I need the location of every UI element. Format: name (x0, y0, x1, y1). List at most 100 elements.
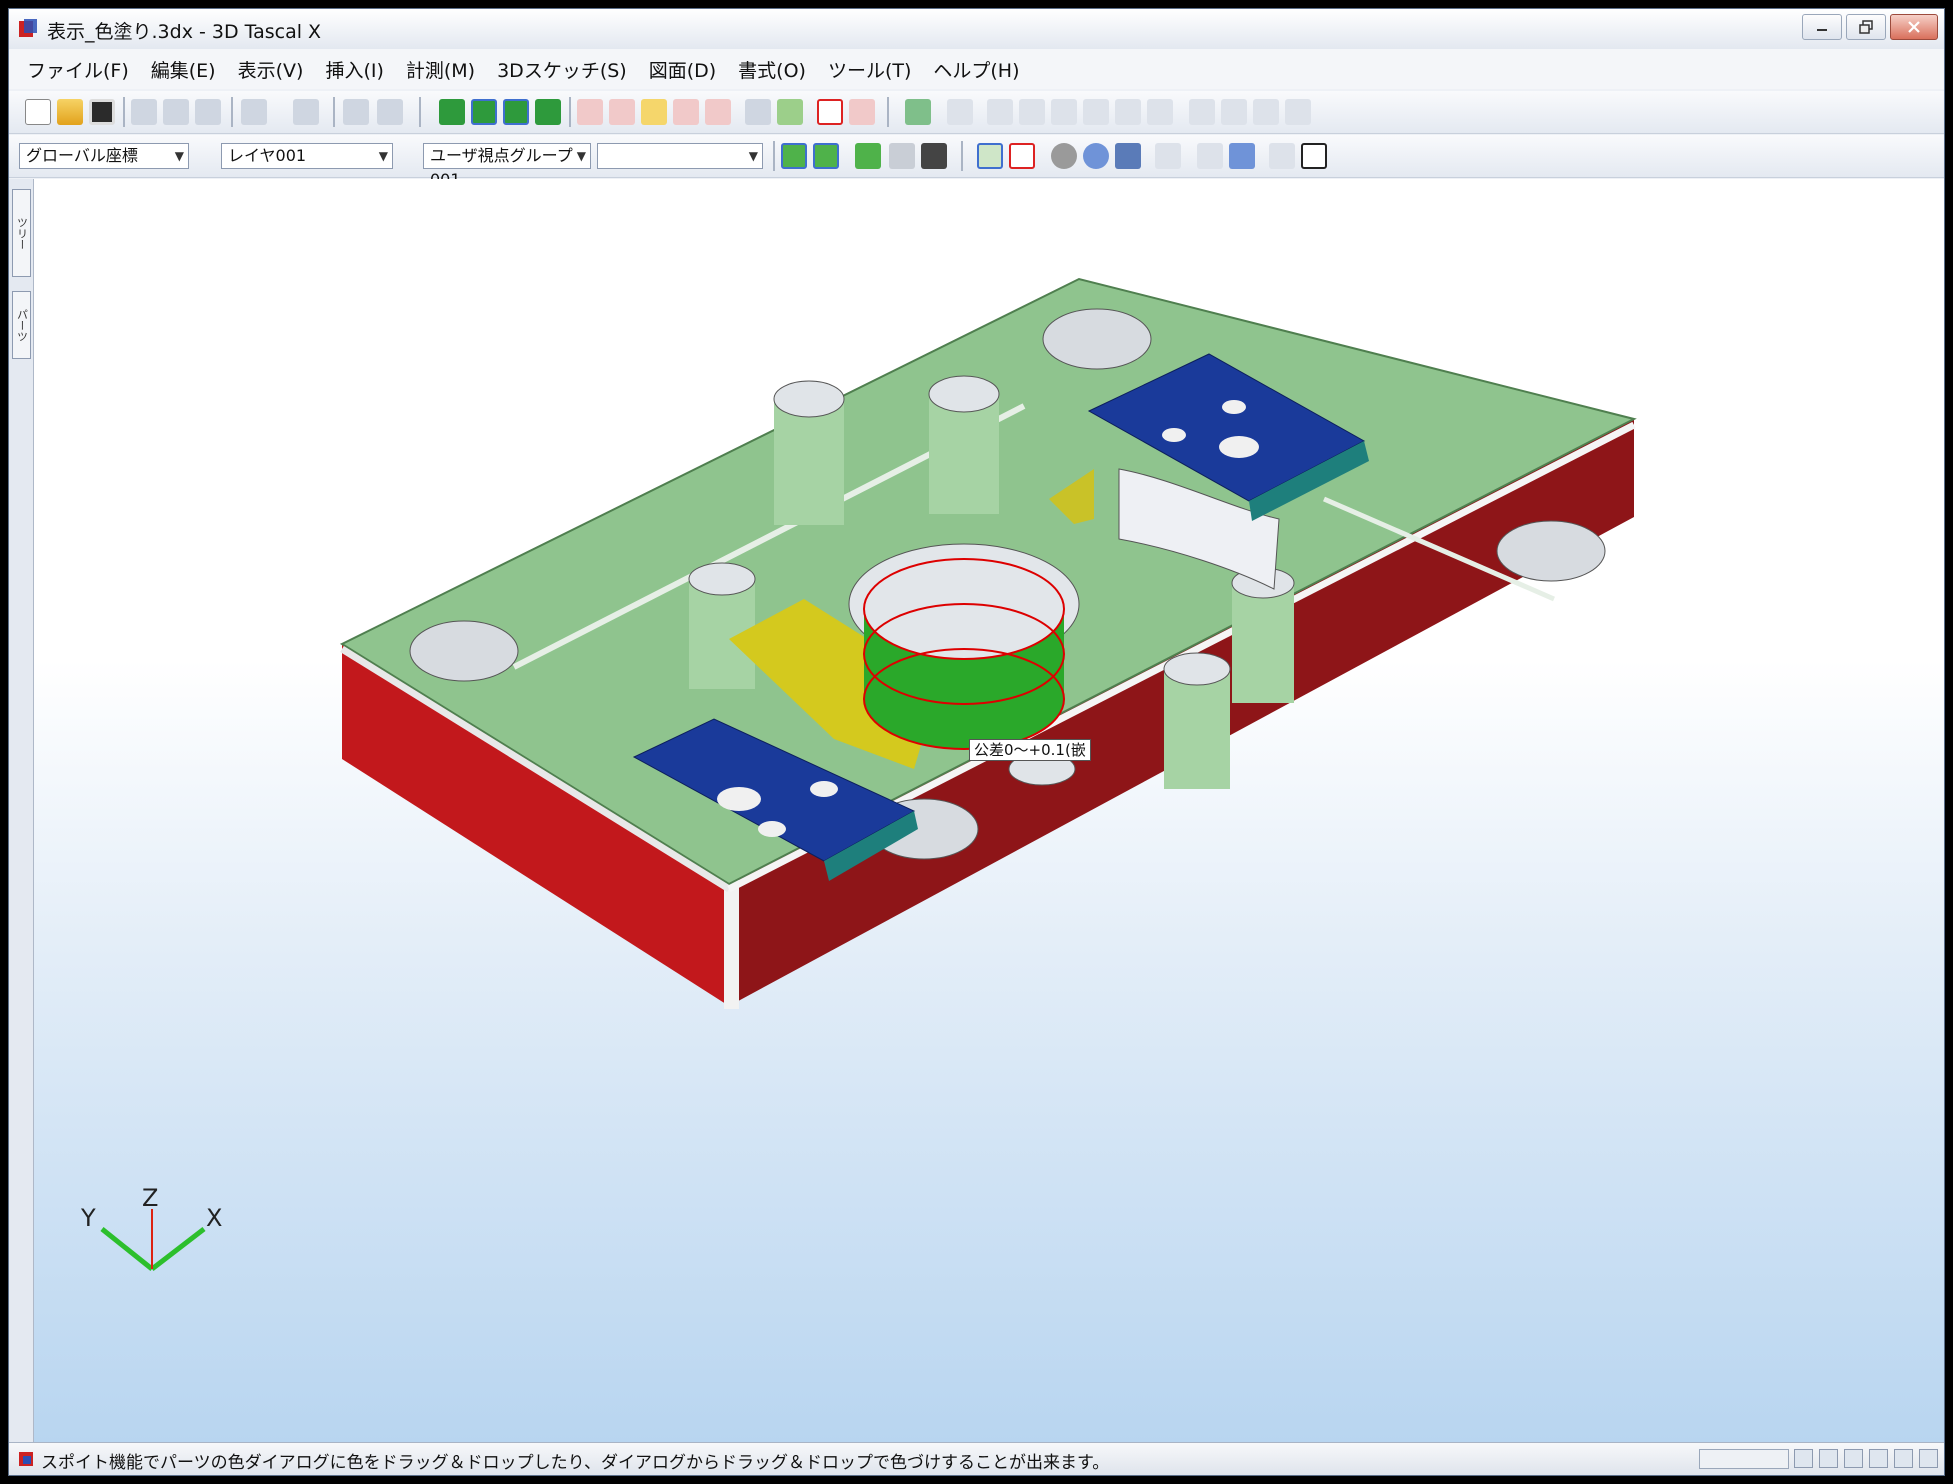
minimize-button[interactable] (1802, 14, 1842, 40)
fit-all-icon[interactable] (1301, 143, 1327, 169)
cut-icon[interactable] (131, 99, 157, 125)
copy-icon[interactable] (163, 99, 189, 125)
coordinate-system-value: グローバル座標 (26, 146, 138, 165)
sphere-icon[interactable] (1051, 143, 1077, 169)
menu-3d-sketch[interactable]: 3Dスケッチ(S) (497, 56, 627, 83)
undo-icon[interactable] (241, 99, 267, 125)
view-recall-icon[interactable] (813, 143, 839, 169)
side-tab-parts[interactable]: パーツ (12, 291, 31, 359)
tolerance-annotation[interactable]: 公差0〜+0.1(嵌 (969, 739, 1091, 761)
display-mode-1-icon[interactable] (439, 99, 465, 125)
display-mode-4-icon[interactable] (535, 99, 561, 125)
view-preset-5-icon[interactable] (1115, 99, 1141, 125)
new-file-icon[interactable] (25, 99, 51, 125)
point-tool-icon[interactable] (577, 99, 603, 125)
measure-tool-icon[interactable] (673, 99, 699, 125)
model-view[interactable] (34, 179, 1945, 1445)
clamp-hole (758, 821, 786, 837)
status-toggle-icon[interactable] (1919, 1449, 1938, 1468)
status-toggle-icon[interactable] (1794, 1449, 1813, 1468)
app-window: 表示_色塗り.3dx - 3D Tascal X ファイル(F) 編集(E) 表… (8, 8, 1945, 1476)
display-mode-3-icon[interactable] (503, 99, 529, 125)
menu-help[interactable]: ヘルプ(H) (933, 56, 1019, 83)
view-preset-3-icon[interactable] (1051, 99, 1077, 125)
status-toggle-icon[interactable] (1819, 1449, 1838, 1468)
restore-button[interactable] (1846, 14, 1886, 40)
save-icon[interactable] (89, 99, 115, 125)
toolbar-separator (231, 97, 233, 127)
view-preset-10-icon[interactable] (1285, 99, 1311, 125)
side-tab-tree[interactable]: ツリー (12, 189, 31, 277)
swap-tool-icon[interactable] (947, 99, 973, 125)
pillar-hole (773, 380, 845, 418)
view-preset-9-icon[interactable] (1253, 99, 1279, 125)
view-select[interactable]: ▼ (597, 143, 763, 169)
chevron-down-icon: ▼ (174, 149, 184, 163)
menu-edit[interactable]: 編集(E) (151, 56, 216, 83)
close-icon (1908, 21, 1920, 33)
status-toggle-icon[interactable] (1869, 1449, 1888, 1468)
coordinate-system-select[interactable]: グローバル座標 ▼ (19, 143, 189, 169)
menu-measure[interactable]: 計測(M) (406, 56, 475, 83)
view-preset-2-icon[interactable] (1019, 99, 1045, 125)
hidden-line-icon[interactable] (977, 143, 1003, 169)
window-title: 表示_色塗り.3dx - 3D Tascal X (47, 21, 322, 43)
delete-icon[interactable] (343, 99, 369, 125)
view-preset-8-icon[interactable] (1221, 99, 1247, 125)
menu-drawing[interactable]: 図面(D) (649, 56, 716, 83)
corner-hole (409, 620, 519, 682)
menu-bar: ファイル(F) 編集(E) 表示(V) 挿入(I) 計測(M) 3Dスケッチ(S… (9, 49, 1944, 89)
arrow-tool-icon[interactable] (641, 99, 667, 125)
zoom-icon[interactable] (1155, 143, 1181, 169)
menu-file[interactable]: ファイル(F) (27, 56, 129, 83)
rotate-icon[interactable] (1115, 143, 1141, 169)
sparkle-icon[interactable] (377, 99, 403, 125)
menu-tools[interactable]: ツール(T) (828, 56, 911, 83)
menu-format[interactable]: 書式(O) (738, 56, 806, 83)
axis-x-line (150, 1227, 206, 1271)
standard-toolbar (9, 91, 1944, 134)
part-tool-icon[interactable] (905, 99, 931, 125)
minimize-icon (1817, 29, 1827, 31)
close-button[interactable] (1890, 14, 1938, 40)
no-display-icon[interactable] (1009, 143, 1035, 169)
view-grid-icon[interactable] (921, 143, 947, 169)
assembly-tool-icon[interactable] (777, 99, 803, 125)
model-corner-edge (724, 879, 739, 1009)
window-controls (1802, 14, 1938, 40)
dimension-tool-icon[interactable] (609, 99, 635, 125)
menu-insert[interactable]: 挿入(I) (325, 56, 383, 83)
3d-viewport[interactable]: 公差0〜+0.1(嵌 Y Z X (34, 179, 1945, 1445)
layer-select[interactable]: レイヤ001 ▼ (221, 143, 393, 169)
side-panel-strip: ツリー パーツ (9, 179, 34, 1445)
open-folder-icon[interactable] (57, 99, 83, 125)
view-group-select[interactable]: ユーザ視点グループ001 ▼ (423, 143, 591, 189)
view-preset-1-icon[interactable] (987, 99, 1013, 125)
status-toggle-icon[interactable] (1844, 1449, 1863, 1468)
clamp-hole (1222, 400, 1246, 414)
clamp-hole (810, 781, 838, 797)
view-move-icon[interactable] (889, 143, 915, 169)
display-mode-2-icon[interactable] (471, 99, 497, 125)
rectangle-tool-icon[interactable] (817, 99, 843, 125)
redo-icon[interactable] (293, 99, 319, 125)
pan-icon[interactable] (1083, 143, 1109, 169)
view-register-icon[interactable] (781, 143, 807, 169)
view-preset-4-icon[interactable] (1083, 99, 1109, 125)
view-add-icon[interactable] (855, 143, 881, 169)
section-tool-icon[interactable] (705, 99, 731, 125)
menu-view[interactable]: 表示(V) (238, 56, 304, 83)
toolbar-separator (887, 97, 889, 127)
title-bar: 表示_色塗り.3dx - 3D Tascal X (9, 9, 1944, 50)
view-preset-7-icon[interactable] (1189, 99, 1215, 125)
spark-tool-icon[interactable] (849, 99, 875, 125)
axis-tool-icon[interactable] (745, 99, 771, 125)
zoom-area-icon[interactable] (1229, 143, 1255, 169)
pillar-hole (1163, 652, 1231, 686)
view-preset-6-icon[interactable] (1147, 99, 1173, 125)
binoculars-icon[interactable] (1269, 143, 1295, 169)
status-toggle-icon[interactable] (1894, 1449, 1913, 1468)
zoom-window-icon[interactable] (1197, 143, 1223, 169)
paste-icon[interactable] (195, 99, 221, 125)
toolbar-separator (419, 97, 421, 127)
